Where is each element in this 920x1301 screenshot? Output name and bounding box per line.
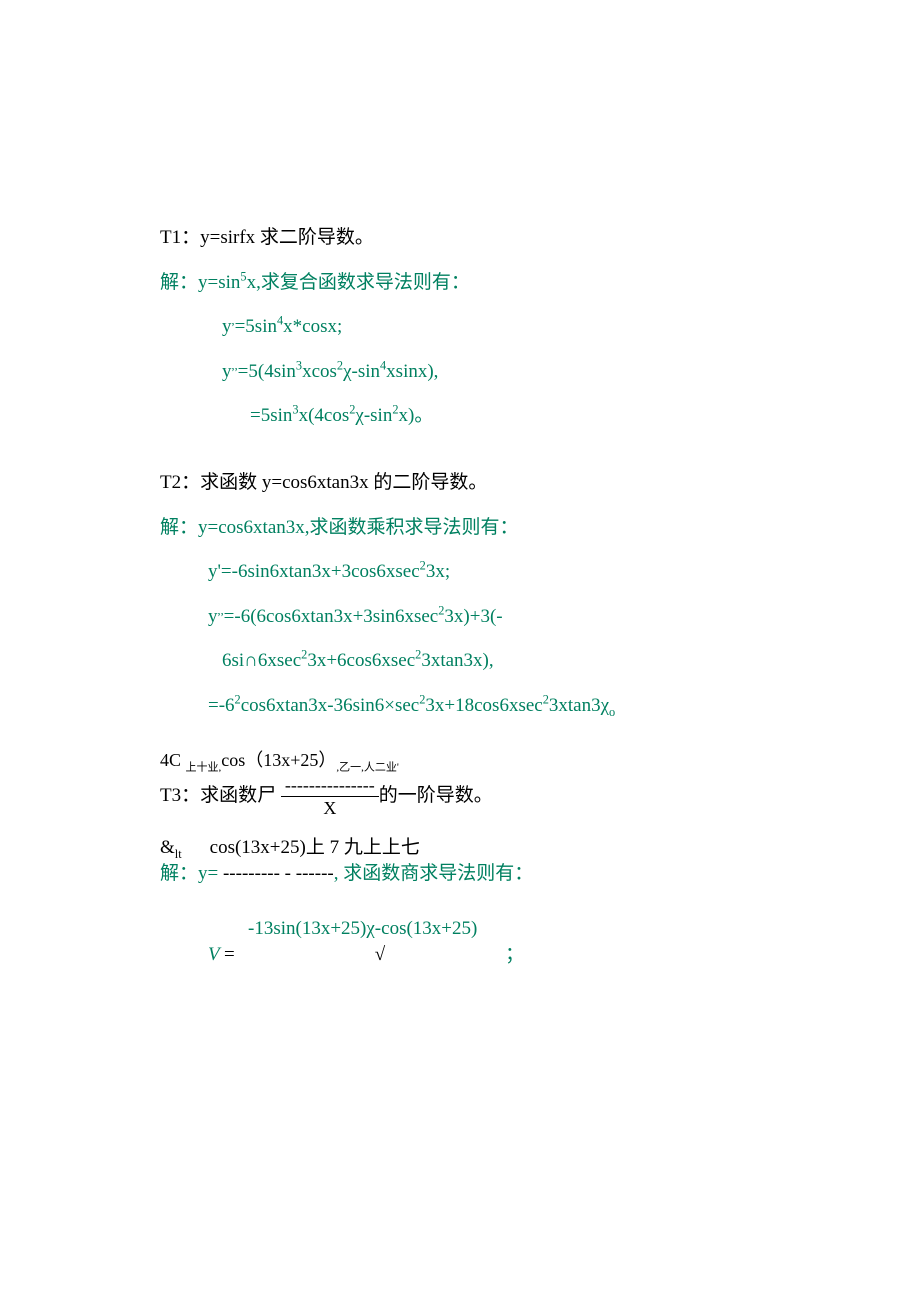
t2-l3-b: =-6(6cos6xtan3x+3sin6xsec — [224, 606, 439, 627]
t2-l4-c: 3xtan3x), — [421, 650, 493, 671]
t3-last-v: V — [208, 944, 224, 965]
t2-title-text: 求函数 y=cos6xtan3x 的二阶导数。 — [200, 472, 487, 493]
t2-l3-c: 3x)+3(- — [444, 606, 502, 627]
t3-pre-t1: 上十业, — [186, 761, 222, 773]
t3-sol-label: 解： — [160, 863, 198, 884]
t2-l2-b: 3x; — [426, 561, 450, 582]
t2-l4-b: 3x+6cos6xsec — [307, 650, 415, 671]
t3-frac: ---------------X — [281, 776, 379, 817]
t3-pre-t2: ,乙一,人二业' — [336, 761, 398, 773]
t3-title: T3：求函数尸 ---------------X的一阶导数。 — [160, 776, 760, 817]
t3-mid1: &lt cos(13x+25)上 7 九上上七 — [160, 835, 760, 862]
t1-l4-d: x)。 — [399, 405, 434, 426]
t1-l2: y,=5sin4x*cosx; — [160, 314, 760, 341]
t2-sol-label: 解： — [160, 517, 198, 538]
t2-s1: y=cos6xtan3x,求函数乘积求导法则有： — [198, 517, 519, 538]
t2-l4: 6si∩6xsec23x+6cos6xsec23xtan3x), — [160, 648, 760, 675]
t1-l4-a: =5sin — [250, 405, 292, 426]
t3-pre-a: 4C — [160, 750, 186, 770]
t3-pre: 4C 上十业,cos（13x+25）,乙一,人二业' — [160, 748, 760, 776]
t2-l3-a: y — [208, 606, 218, 627]
t3-label: T3： — [160, 784, 200, 805]
t2-label: T2： — [160, 472, 200, 493]
t1-l4: =5sin3x(4cos2χ-sin2x)。 — [160, 403, 760, 430]
t2-l5-sub: o — [609, 705, 615, 719]
t3-pre-b: cos（13x+25） — [221, 750, 336, 770]
t1-l2-a: y — [222, 316, 232, 337]
t1-l2-b: =5sin — [235, 316, 277, 337]
t1-title: T1：y=sirfx 求二阶导数。 — [160, 225, 760, 252]
t2-sol-1: 解：y=cos6xtan3x,求函数乘积求导法则有： — [160, 515, 760, 542]
t1-l3-c: xcos — [302, 361, 337, 382]
t1-l3-a: y — [222, 361, 232, 382]
t3-sol-a: y= — [198, 863, 223, 884]
t1-l3-e: xsinx), — [386, 361, 438, 382]
t3-last-root: √ — [375, 944, 385, 965]
t2-l2-a: y'=-6sin6xtan3x+3cos6xsec — [208, 561, 420, 582]
t1-l3: y,,=5(4sin3xcos2χ-sin4xsinx), — [160, 359, 760, 386]
t2-l5: =-62cos6xtan3x-36sin6×sec23x+18cos6xsec2… — [160, 693, 760, 720]
t3-frac-top: --------------- — [281, 776, 379, 797]
t1-l3-b: =5(4sin — [238, 361, 296, 382]
t2-l2: y'=-6sin6xtan3x+3cos6xsec23x; — [160, 559, 760, 586]
t3-sol: 解：y= --------- - ------, 求函数商求导法则有： — [160, 861, 760, 888]
t3-last-top-txt: -13sin(13x+25)χ-cos(13x+25) — [248, 918, 477, 939]
t3-amp: & — [160, 837, 175, 858]
t3-sol-b: , 求函数商求导法则有： — [334, 863, 534, 884]
t1-title-text: y=sirfx 求二阶导数。 — [200, 227, 374, 248]
t2-l5-a: =-6 — [208, 695, 235, 716]
t3-sol-d: --------- - ------ — [223, 863, 334, 884]
t1-sol-label: 解： — [160, 272, 198, 293]
t2-l3: y,,=-6(6cos6xtan3x+3sin6xsec23x)+3(- — [160, 604, 760, 631]
t1-l4-b: x(4cos — [299, 405, 350, 426]
t1-sol-1: 解：y=sin5x,求复合函数求导法则有： — [160, 270, 760, 297]
t3-amp-sub: lt — [175, 846, 182, 860]
t2-l5-c: 3x+18cos6xsec — [425, 695, 542, 716]
t3-frac-bot: X — [281, 797, 379, 817]
t1-label: T1： — [160, 227, 200, 248]
t3-mid-black: cos(13x+25)上 7 九上上七 — [210, 837, 420, 858]
t3-last-top: -13sin(13x+25)χ-cos(13x+25) — [160, 916, 760, 943]
t3-last: V = √ ； — [160, 942, 760, 969]
t2-l4-a: 6si∩6xsec — [222, 650, 301, 671]
t1-l2-c: x*cosx; — [283, 316, 342, 337]
t3-last-semi: ； — [505, 944, 524, 965]
t2-title: T2：求函数 y=cos6xtan3x 的二阶导数。 — [160, 470, 760, 497]
t3-tmid: 求函数尸 — [200, 784, 281, 805]
t1-l3-d: χ-sin — [343, 361, 380, 382]
t1-s1-b: x,求复合函数求导法则有： — [247, 272, 470, 293]
t3-last-eq: = — [224, 944, 235, 965]
t2-l5-d: 3xtan3χ — [549, 695, 609, 716]
t1-s1-a: y=sin — [198, 272, 240, 293]
t1-l4-c: χ-sin — [355, 405, 392, 426]
t2-l5-b: cos6xtan3x-36sin6×sec — [241, 695, 420, 716]
t3-tend: 的一阶导数。 — [379, 784, 493, 805]
